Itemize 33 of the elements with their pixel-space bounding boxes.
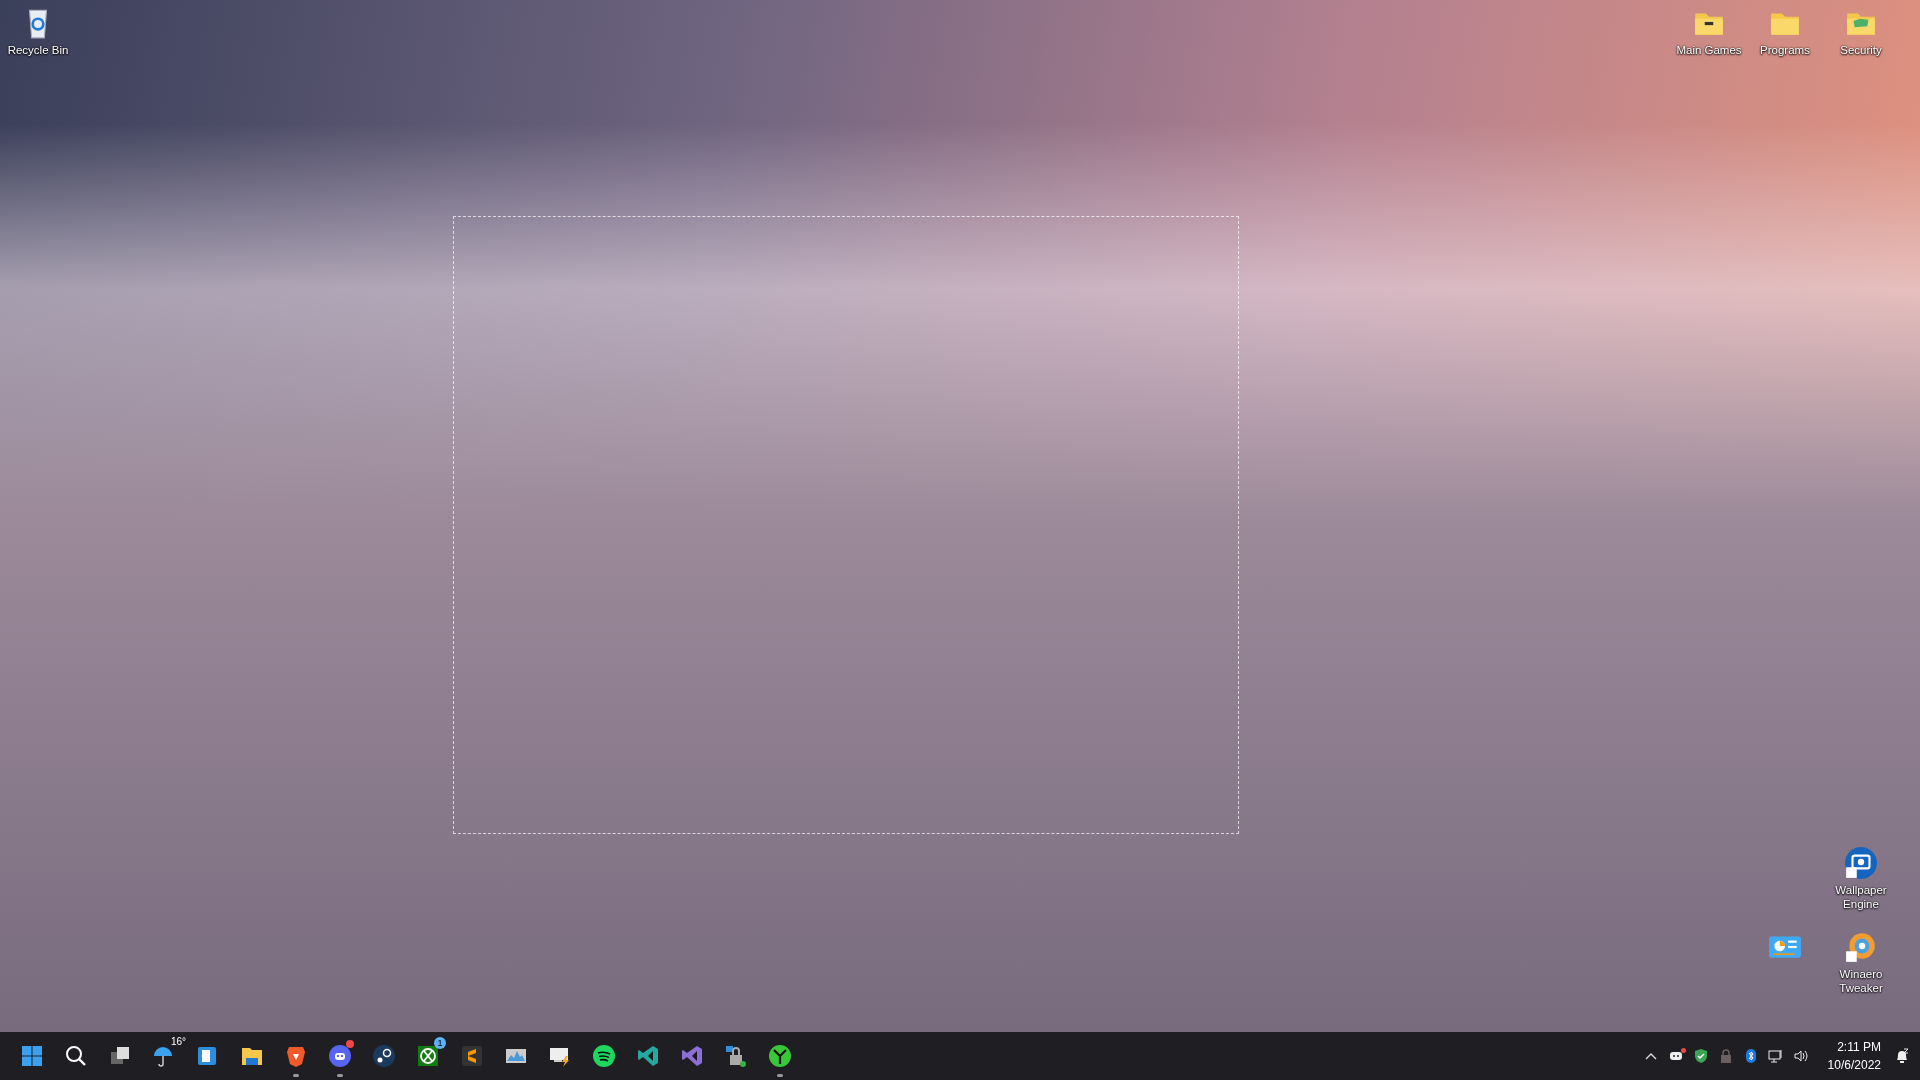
chat-app-icon <box>328 1044 352 1068</box>
umbrella-button[interactable]: 16° <box>142 1034 186 1078</box>
icon-label[interactable]: Winaero Tweaker <box>1825 967 1897 995</box>
running-indicator <box>337 1074 343 1077</box>
icon-label[interactable]: Wallpaper Engine <box>1825 883 1897 911</box>
time-label: 2:11 PM <box>1837 1040 1881 1054</box>
running-indicator <box>293 1074 299 1077</box>
icon-label[interactable]: Security <box>1840 43 1882 57</box>
search-icon <box>64 1044 88 1068</box>
gear-screen-icon[interactable] <box>1844 846 1878 880</box>
swirl-icon[interactable] <box>1844 930 1878 964</box>
date-label: 10/6/2022 <box>1827 1058 1881 1072</box>
lion-shield-icon <box>284 1044 308 1068</box>
shield-check-icon <box>1693 1048 1710 1064</box>
code-editor-icon <box>460 1044 484 1068</box>
icon-label[interactable]: Programs <box>1760 43 1810 57</box>
temperature-label: 16° <box>170 1036 186 1047</box>
icon-label[interactable]: Main Games <box>1676 43 1742 57</box>
ide-app-icon <box>680 1044 704 1068</box>
code-app-icon <box>636 1044 660 1068</box>
count-badge: 1 <box>434 1037 446 1049</box>
xbox-app-button[interactable]: 1 <box>406 1034 450 1078</box>
xbox-app-icon <box>416 1044 440 1068</box>
icon-label[interactable]: Recycle Bin <box>7 43 69 57</box>
network-icon <box>1768 1048 1785 1064</box>
volume-icon <box>1793 1048 1810 1064</box>
steam-app-icon <box>372 1044 396 1068</box>
running-indicator <box>777 1074 783 1077</box>
music-app-icon <box>592 1044 616 1068</box>
windows-logo-icon <box>20 1044 44 1068</box>
clock-button[interactable]: 2:11 PM 10/6/2022 <box>1813 1040 1889 1072</box>
lock-app-icon <box>724 1044 748 1068</box>
branch-app-icon <box>768 1044 792 1068</box>
